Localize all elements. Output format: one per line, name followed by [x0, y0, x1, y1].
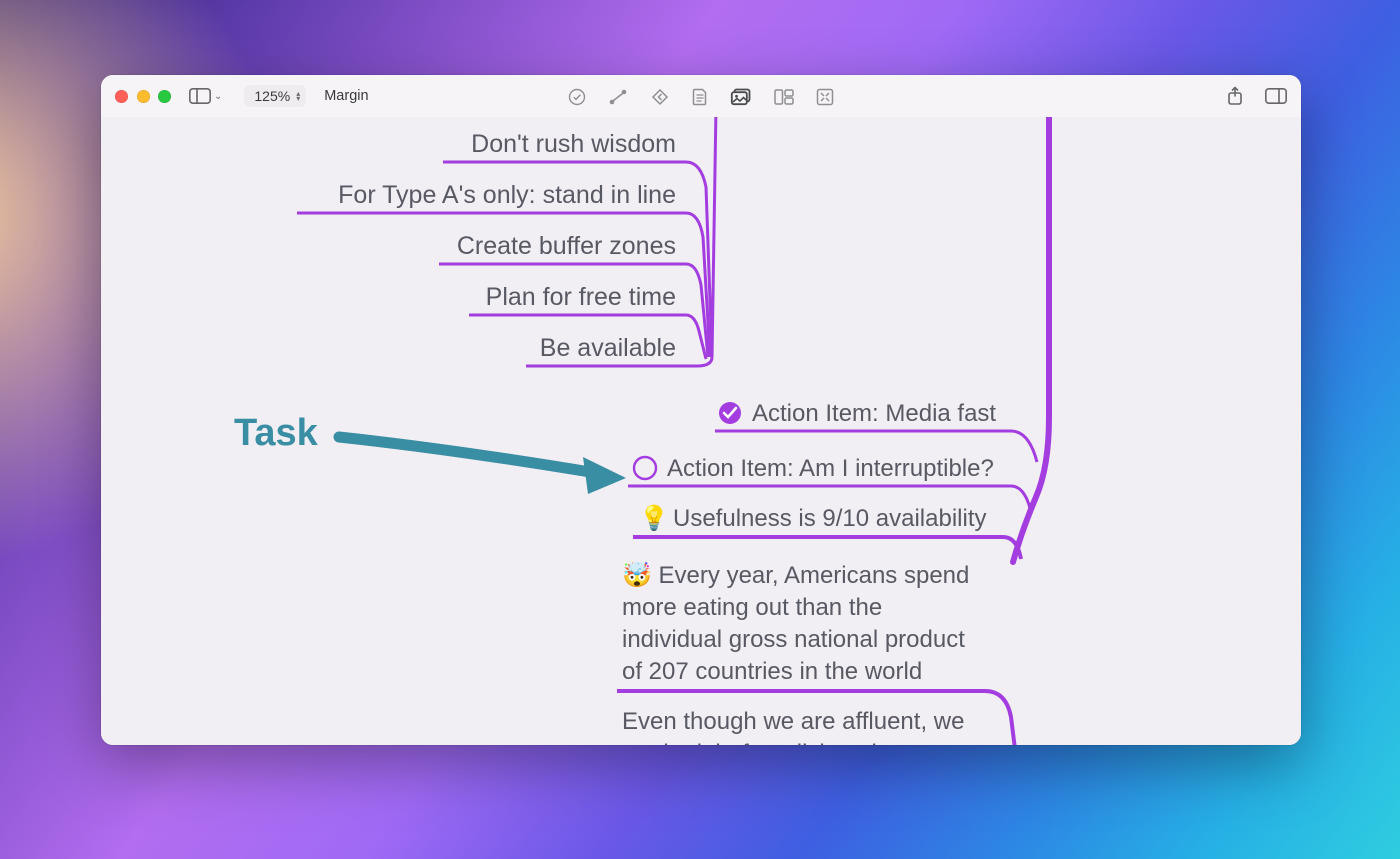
zoom-value: 125%	[254, 88, 290, 104]
mindmap-svg: Don't rush wisdom For Type A's only: sta…	[101, 117, 1301, 745]
annotation-arrow	[339, 437, 626, 494]
node-americans-line2: more eating out than the	[622, 594, 882, 621]
node-buffer-text: Create buffer zones	[457, 232, 676, 260]
bundle-to-trunk	[712, 117, 716, 357]
stem2	[1011, 431, 1037, 462]
node-usefulness-text: Usefulness is 9/10 availability	[673, 505, 987, 532]
window-zoom-button[interactable]	[158, 90, 171, 103]
task-unchecked-icon[interactable]	[634, 457, 656, 479]
node-affluent-line1: Even though we are affluent, we	[622, 708, 964, 735]
document-title: Margin	[324, 88, 368, 104]
node-type-a[interactable]: For Type A's only: stand in line	[297, 181, 710, 357]
toolbar-center	[568, 83, 834, 111]
node-interruptible-text: Action Item: Am I interruptible?	[667, 455, 994, 482]
sidebar-icon	[189, 88, 211, 104]
layout-grid-icon	[774, 89, 794, 105]
zoom-stepper-icon: ▴▾	[296, 91, 300, 101]
image-stack-icon	[730, 88, 752, 106]
traffic-lights	[115, 90, 177, 103]
annotation-task-label: Task	[234, 412, 319, 454]
node-americans-line1: 🤯 Every year, Americans spend	[622, 561, 969, 589]
mindmap-canvas[interactable]: Don't rush wisdom For Type A's only: sta…	[101, 117, 1301, 745]
trunk-line	[1013, 117, 1049, 562]
share-icon	[1227, 86, 1243, 106]
bulb-icon: 💡	[639, 504, 669, 532]
node-usefulness[interactable]: 💡 Usefulness is 9/10 availability	[633, 504, 1021, 559]
node-americans-line4: of 207 countries in the world	[622, 658, 922, 685]
node-type-a-text: For Type A's only: stand in line	[338, 181, 676, 209]
window-close-button[interactable]	[115, 90, 128, 103]
note-button[interactable]	[692, 83, 708, 111]
media-button[interactable]	[730, 83, 752, 111]
app-window: ⌄ 125% ▴▾ Margin	[101, 75, 1301, 745]
toolbar-right	[1227, 82, 1287, 110]
node-free-time-text: Plan for free time	[486, 283, 676, 311]
node-interruptible[interactable]: Action Item: Am I interruptible?	[628, 455, 1031, 512]
node-affluent-line2: are in debt from living above our	[622, 740, 965, 745]
share-button[interactable]	[1227, 82, 1243, 110]
back-button[interactable]	[650, 83, 670, 111]
arrow-shaft	[339, 437, 596, 473]
inspector-toggle-button[interactable]	[1265, 82, 1287, 110]
zoom-select[interactable]: 125% ▴▾	[244, 85, 306, 107]
node-available-text: Be available	[540, 334, 676, 362]
task-checked-icon[interactable]	[719, 402, 741, 424]
note-icon	[692, 88, 708, 106]
task-tool-button[interactable]	[568, 83, 586, 111]
layout-button[interactable]	[774, 83, 794, 111]
node-media-fast-text: Action Item: Media fast	[752, 400, 996, 427]
node-available[interactable]: Be available	[526, 334, 712, 366]
desktop-wallpaper: ⌄ 125% ▴▾ Margin	[0, 0, 1400, 859]
chevron-down-icon: ⌄	[214, 91, 222, 102]
stem	[686, 315, 706, 359]
stem	[985, 691, 1016, 745]
node-affluent[interactable]: Even though we are affluent, we are in d…	[622, 708, 965, 745]
inspector-icon	[1265, 88, 1287, 104]
stem	[1011, 486, 1031, 512]
node-americans-line3: individual gross national product	[622, 626, 965, 653]
node-wisdom-text: Don't rush wisdom	[471, 130, 676, 158]
focus-button[interactable]	[816, 83, 834, 111]
check-circle-icon	[568, 88, 586, 106]
relationship-tool-button[interactable]	[608, 83, 628, 111]
sidebar-toggle-button[interactable]: ⌄	[185, 82, 226, 110]
focus-icon	[816, 88, 834, 106]
window-minimize-button[interactable]	[137, 90, 150, 103]
node-media-fast[interactable]: Action Item: Media fast	[715, 400, 1047, 462]
connector-icon	[608, 88, 628, 106]
diamond-back-icon	[650, 88, 670, 106]
titlebar: ⌄ 125% ▴▾ Margin	[101, 75, 1301, 118]
arrow-head-icon	[583, 457, 626, 494]
